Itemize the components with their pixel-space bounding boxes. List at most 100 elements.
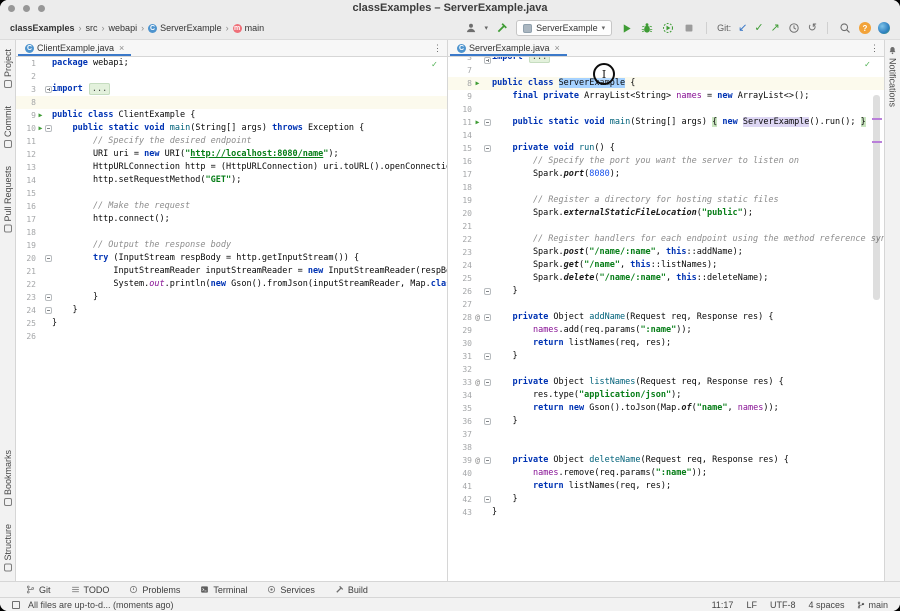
code-line[interactable]: 42 } <box>448 493 884 506</box>
run-configuration-select[interactable]: ServerExample ▾ <box>516 20 612 36</box>
fold-marker-icon[interactable] <box>45 125 52 132</box>
code-line[interactable]: 17 http.connect(); <box>16 213 447 226</box>
code-line[interactable]: 2 <box>16 70 447 83</box>
code-line[interactable]: 43} <box>448 506 884 519</box>
code-line[interactable]: 28@ private Object addName(Request req, … <box>448 311 884 324</box>
status-message[interactable]: All files are up-to-d... (moments ago) <box>28 600 174 610</box>
fold-marker-icon[interactable] <box>45 307 52 314</box>
code-line[interactable]: 26 } <box>448 285 884 298</box>
toolwindow-git[interactable]: Git <box>26 585 51 595</box>
code-line[interactable]: 33@ private Object listNames(Request req… <box>448 376 884 389</box>
code-line[interactable]: 20 Spark.externalStaticFileLocation("pub… <box>448 207 884 220</box>
code-line[interactable]: 38 <box>448 441 884 454</box>
code-line[interactable]: 36 } <box>448 415 884 428</box>
git-branch[interactable]: main <box>857 600 888 610</box>
build-hammer-icon[interactable] <box>495 21 509 35</box>
code-line[interactable]: 23 Spark.post("/name/:name", this::addNa… <box>448 246 884 259</box>
run-with-coverage-button[interactable] <box>661 21 675 35</box>
editor-options-kebab-icon[interactable]: ⋮ <box>865 40 884 56</box>
close-tab-icon[interactable]: × <box>555 43 560 53</box>
code-line[interactable]: 10▶ public static void main(String[] arg… <box>16 122 447 135</box>
code-line[interactable]: 25} <box>16 317 447 330</box>
code-line[interactable]: 35 return new Gson().toJson(Map.of("name… <box>448 402 884 415</box>
fold-marker-icon[interactable] <box>45 255 52 262</box>
breadcrumb-src[interactable]: src <box>86 23 98 33</box>
code-line[interactable]: 24 } <box>16 304 447 317</box>
rollback-icon[interactable]: ↺ <box>808 21 817 35</box>
history-clock-icon[interactable] <box>787 21 801 35</box>
code-line[interactable]: 15 <box>16 187 447 200</box>
search-everywhere-icon[interactable] <box>838 21 852 35</box>
profiler-sphere-icon[interactable] <box>878 22 890 34</box>
sidebar-item-bookmarks[interactable]: Bookmarks <box>3 450 13 506</box>
code-line[interactable]: 3import ... <box>16 83 447 96</box>
git-push-icon[interactable]: ↗ <box>771 21 780 35</box>
file-encoding[interactable]: UTF-8 <box>770 600 796 610</box>
caret-position[interactable]: 11:17 <box>712 600 734 610</box>
sidebar-item-structure[interactable]: Structure <box>3 524 13 572</box>
code-line[interactable]: 37 <box>448 428 884 441</box>
code-line[interactable]: 21 InputStreamReader inputStreamReader =… <box>16 265 447 278</box>
code-line[interactable]: 13 HttpURLConnection http = (HttpURLConn… <box>16 161 447 174</box>
inspections-ok-icon[interactable]: ✓ <box>865 59 870 72</box>
debug-button[interactable] <box>640 21 654 35</box>
tab-client-example[interactable]: C ClientExample.java × <box>18 40 131 56</box>
code-line[interactable]: 11 // Specify the desired endpoint <box>16 135 447 148</box>
editor-options-kebab-icon[interactable]: ⋮ <box>428 40 447 56</box>
code-line[interactable]: 11▶ public static void main(String[] arg… <box>448 116 884 129</box>
breadcrumb-class[interactable]: C ServerExample <box>148 23 222 33</box>
learn-help-icon[interactable]: ? <box>859 22 871 34</box>
breadcrumb-method[interactable]: m main <box>233 23 265 33</box>
run-button[interactable] <box>619 21 633 35</box>
fold-marker-icon[interactable] <box>484 379 491 386</box>
run-gutter-icon[interactable]: ▶ <box>36 109 45 122</box>
run-gutter-icon[interactable]: ▶ <box>36 122 45 135</box>
code-line[interactable]: 31 } <box>448 350 884 363</box>
code-line[interactable]: 3import ... <box>448 57 884 64</box>
code-line[interactable]: 8▶public class ServerExample { <box>448 77 884 90</box>
code-line[interactable]: 17 Spark.port(8080); <box>448 168 884 181</box>
toolwindow-problems[interactable]: Problems <box>129 585 180 595</box>
fold-marker-icon[interactable] <box>484 57 491 64</box>
toolwindow-toggle-icon[interactable] <box>12 601 20 609</box>
code-line[interactable]: 21 <box>448 220 884 233</box>
breadcrumb-webapi[interactable]: webapi <box>109 23 138 33</box>
code-line[interactable]: 22 System.out.println(new Gson().fromJso… <box>16 278 447 291</box>
fold-marker-icon[interactable] <box>484 288 491 295</box>
code-line[interactable]: 20 try (InputStream respBody = http.getI… <box>16 252 447 265</box>
editor-scrollbar[interactable] <box>873 95 880 300</box>
toolwindow-todo[interactable]: TODO <box>71 585 110 595</box>
code-line[interactable]: 14 <box>448 129 884 142</box>
code-line[interactable]: 34 res.type("application/json"); <box>448 389 884 402</box>
fold-marker-icon[interactable] <box>45 86 52 93</box>
run-gutter-icon[interactable]: ▶ <box>472 116 483 129</box>
code-line[interactable]: 18 <box>448 181 884 194</box>
code-line[interactable]: 30 return listNames(req, res); <box>448 337 884 350</box>
code-line[interactable]: 19 // Output the response body <box>16 239 447 252</box>
stop-button[interactable] <box>682 21 696 35</box>
code-line[interactable]: 16 // Make the request <box>16 200 447 213</box>
sidebar-item-commit[interactable]: Commit <box>3 106 13 148</box>
code-line[interactable]: 9▶public class ClientExample { <box>16 109 447 122</box>
toolwindow-terminal[interactable]: Terminal <box>200 585 247 595</box>
code-line[interactable]: 14 http.setRequestMethod("GET"); <box>16 174 447 187</box>
code-line[interactable]: 12 URI uri = new URI("http://localhost:8… <box>16 148 447 161</box>
code-line[interactable]: 41 return listNames(req, res); <box>448 480 884 493</box>
code-line[interactable]: 40 names.remove(req.params(":name")); <box>448 467 884 480</box>
code-line[interactable]: 10 <box>448 103 884 116</box>
code-line[interactable]: 8 <box>16 96 447 109</box>
sidebar-item-pull-requests[interactable]: Pull Requests <box>3 166 13 233</box>
fold-marker-icon[interactable] <box>484 119 491 126</box>
code-line[interactable]: 7 <box>448 64 884 77</box>
toolwindow-services[interactable]: Services <box>267 585 315 595</box>
code-line[interactable]: 29 names.add(req.params(":name")); <box>448 324 884 337</box>
line-ending[interactable]: LF <box>746 600 757 610</box>
code-line[interactable]: 16 // Specify the port you want the serv… <box>448 155 884 168</box>
inspections-ok-icon[interactable]: ✓ <box>432 59 437 72</box>
code-line[interactable]: 26 <box>16 330 447 343</box>
code-line[interactable]: 25 Spark.delete("/name/:name", this::del… <box>448 272 884 285</box>
fold-marker-icon[interactable] <box>484 457 491 464</box>
code-editor-client[interactable]: ✓ 1package webapi;23import ...89▶public … <box>16 57 447 581</box>
code-line[interactable]: 39@ private Object deleteName(Request re… <box>448 454 884 467</box>
fold-marker-icon[interactable] <box>484 314 491 321</box>
